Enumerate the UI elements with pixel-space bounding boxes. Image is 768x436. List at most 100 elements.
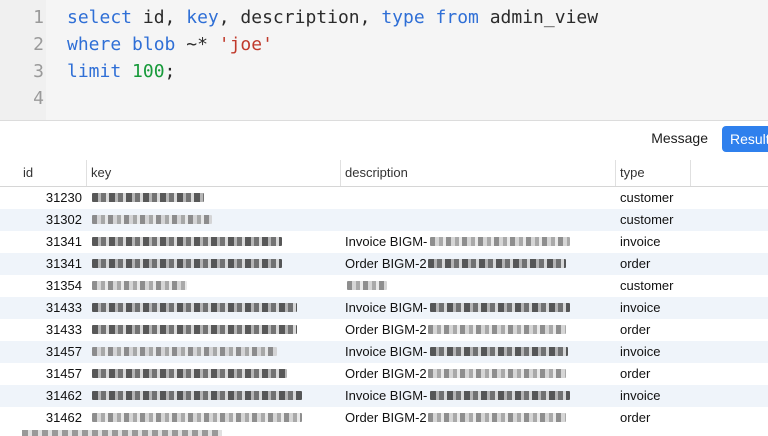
table-row[interactable]: 31354 customer — [0, 275, 768, 297]
cell-key-redacted — [90, 341, 340, 363]
table-row[interactable]: 31462 Order BIGM-2 order — [0, 407, 768, 429]
redaction-blur — [92, 413, 302, 422]
cell-key-redacted — [90, 231, 340, 253]
code-line[interactable]: 4 — [0, 85, 768, 112]
grid-body: 31230 customer 31302 customer 31341 Invoice B… — [0, 187, 768, 429]
column-header-empty — [690, 160, 768, 186]
cell-type: order — [620, 410, 651, 425]
code-token: limit — [67, 61, 122, 82]
cell-type: invoice — [620, 388, 661, 403]
cell-description: Order BIGM-2 — [345, 363, 615, 385]
table-row[interactable]: 31230 customer — [0, 187, 768, 209]
cell-id: 31457 — [45, 366, 82, 381]
redaction-blur — [92, 281, 187, 290]
code-line[interactable]: 2 where blob ~* 'joe' — [0, 31, 768, 58]
table-row[interactable]: 31341 Invoice BIGM-invoice — [0, 231, 768, 253]
message-tab[interactable]: Message — [651, 130, 708, 146]
column-header-key[interactable]: key — [86, 160, 341, 186]
cell-key-redacted — [90, 319, 340, 341]
description-text: Order BIGM-2 — [345, 322, 427, 337]
table-row[interactable]: 31433 Order BIGM-2 order — [0, 319, 768, 341]
code-token: id — [142, 7, 165, 28]
table-row[interactable]: 31457 Invoice BIGM-invoice — [0, 341, 768, 363]
code-token: 100 — [132, 61, 165, 82]
description-text: Invoice BIGM- — [345, 300, 428, 315]
cell-type: order — [620, 322, 651, 337]
redaction-blur — [92, 215, 212, 224]
cell-key-redacted — [90, 363, 340, 385]
code-text[interactable]: limit 100; — [67, 58, 175, 85]
table-row[interactable]: 31341 Order BIGM-2 order — [0, 253, 768, 275]
column-header-id[interactable]: id — [19, 160, 85, 186]
code-token: 'joe' — [218, 34, 273, 55]
redaction-blur — [92, 303, 297, 312]
redaction-blur — [92, 237, 282, 246]
cell-type: customer — [620, 190, 674, 205]
cell-description: Invoice BIGM- — [345, 341, 615, 363]
table-row[interactable]: 31462 Invoice BIGM-invoice — [0, 385, 768, 407]
cell-key-redacted — [90, 253, 340, 275]
redaction-blur — [430, 347, 568, 356]
redaction-blur — [92, 259, 282, 268]
description-text: Order BIGM-2 — [345, 256, 427, 271]
cell-id: 31354 — [45, 278, 82, 293]
description-text: Invoice BIGM- — [345, 234, 428, 249]
cell-key-redacted — [90, 385, 340, 407]
redaction-blur — [92, 391, 302, 400]
column-header-type[interactable]: type — [615, 160, 690, 186]
grid-header: id key description type — [0, 160, 768, 187]
cell-description: Invoice BIGM- — [345, 385, 615, 407]
redaction-blur — [430, 237, 570, 246]
cell-description — [345, 187, 615, 209]
cell-type: order — [620, 256, 651, 271]
code-token: , description, — [218, 7, 382, 28]
code-text[interactable]: select id, key, description, type from a… — [67, 4, 598, 31]
redaction-blur — [428, 369, 566, 378]
line-number: 2 — [33, 34, 44, 55]
cell-id: 31341 — [45, 234, 82, 249]
cell-id: 31433 — [45, 322, 82, 337]
code-line[interactable]: 3 limit 100; — [0, 58, 768, 85]
sql-editor[interactable]: 1 select id, key, description, type from … — [0, 0, 768, 121]
cell-id: 31433 — [45, 300, 82, 315]
cell-id: 31302 — [45, 212, 82, 227]
redaction-blur — [428, 413, 566, 422]
cell-type: order — [620, 366, 651, 381]
code-token: type — [381, 7, 425, 28]
cell-key-redacted — [90, 297, 340, 319]
cell-type: invoice — [620, 300, 661, 315]
cell-id: 31457 — [45, 344, 82, 359]
table-row[interactable]: 31302 customer — [0, 209, 768, 231]
code-token: select — [67, 7, 143, 28]
code-token: key — [186, 7, 219, 28]
code-token: ~* — [175, 34, 219, 55]
table-row[interactable]: 31433 Invoice BIGM-invoice — [0, 297, 768, 319]
code-line[interactable]: 1 select id, key, description, type from … — [0, 4, 768, 31]
line-number: 3 — [33, 61, 44, 82]
column-header-description[interactable]: description — [340, 160, 615, 186]
cell-key-redacted — [90, 209, 340, 231]
result-toolbar: Message Result — [0, 121, 768, 157]
cell-type: invoice — [620, 344, 661, 359]
table-row[interactable]: 31457 Order BIGM-2 order — [0, 363, 768, 385]
cell-id: 31462 — [45, 388, 82, 403]
cell-description: Order BIGM-2 — [345, 407, 615, 429]
result-tab[interactable]: Result — [722, 126, 768, 152]
code-token: blob — [132, 34, 176, 55]
cell-description — [345, 275, 615, 297]
cell-description — [345, 209, 615, 231]
cell-description: Invoice BIGM- — [345, 297, 615, 319]
results-grid: id key description type 31230 customer 313… — [0, 160, 768, 429]
code-token: , — [164, 7, 187, 28]
redaction-blur — [428, 259, 566, 268]
cell-type: invoice — [620, 234, 661, 249]
code-token: where — [67, 34, 122, 55]
redaction-blur — [347, 281, 387, 290]
code-text[interactable]: where blob ~* 'joe' — [67, 31, 273, 58]
cell-type: customer — [620, 212, 674, 227]
redaction-blur — [92, 369, 287, 378]
description-text: Order BIGM-2 — [345, 410, 427, 425]
cell-key-redacted — [90, 187, 340, 209]
